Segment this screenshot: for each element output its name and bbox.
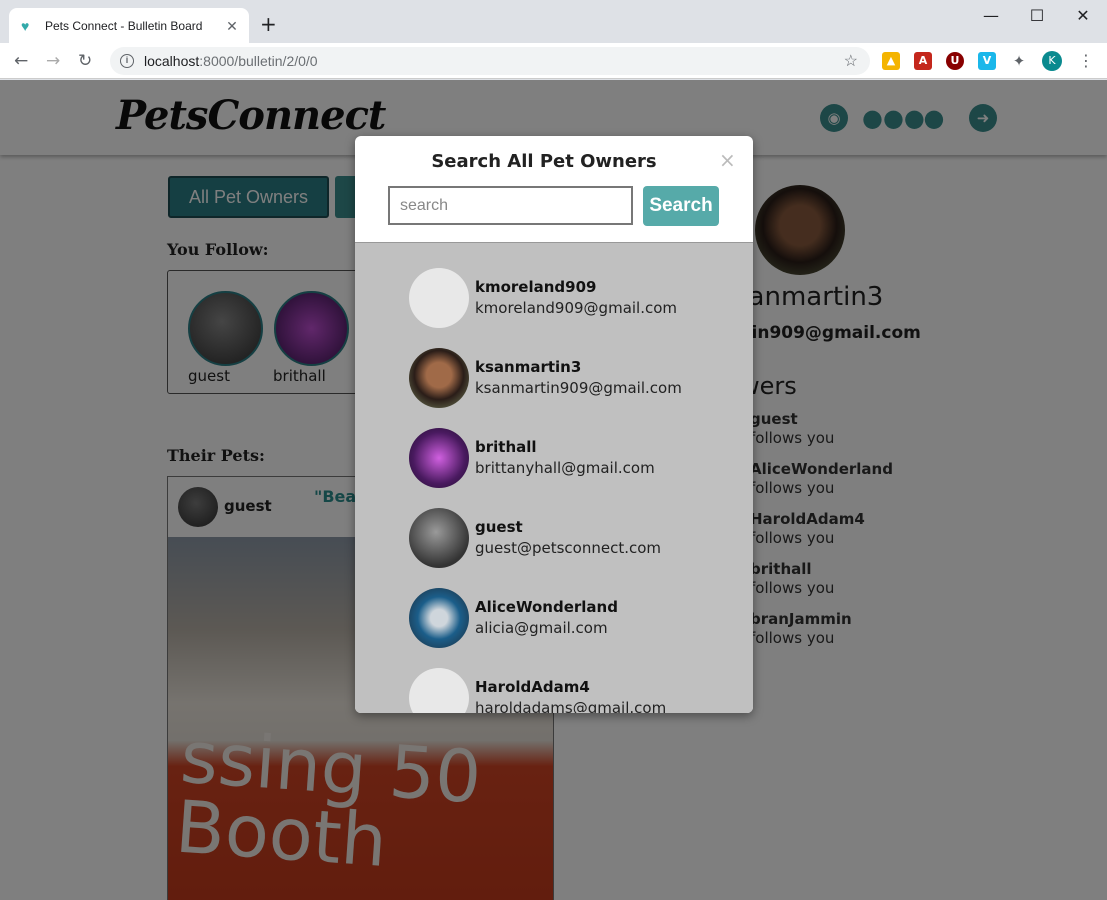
list-item[interactable]: ksanmartin3 ksanmartin909@gmail.com [409, 348, 739, 408]
drive-extension-icon[interactable]: ▲ [882, 52, 900, 70]
menu-kebab-icon[interactable]: ⋮ [1078, 51, 1094, 70]
search-button[interactable]: Search [643, 186, 719, 226]
back-icon[interactable]: ← [14, 51, 28, 71]
forward-icon[interactable]: → [46, 51, 60, 71]
list-item[interactable]: kmoreland909 kmoreland909@gmail.com [409, 268, 739, 328]
address-bar[interactable]: i localhost:8000/bulletin/2/0/0 ☆ [110, 47, 870, 75]
avatar[interactable] [409, 588, 469, 648]
new-tab-icon[interactable]: + [260, 14, 277, 34]
search-owners-modal: Search All Pet Owners × Search kmoreland… [355, 136, 753, 713]
result-username[interactable]: kmoreland909 [475, 278, 596, 296]
browser-tab[interactable]: ♥ Pets Connect - Bulletin Board ✕ [9, 8, 249, 43]
browser-toolbar: ← → ↻ i localhost:8000/bulletin/2/0/0 ☆ … [0, 43, 1107, 79]
close-tab-icon[interactable]: ✕ [223, 17, 241, 35]
info-icon[interactable]: i [120, 54, 134, 68]
result-email: haroldadams@gmail.com [475, 699, 667, 713]
url-path: :8000/bulletin/2/0/0 [199, 53, 318, 69]
paw-icon: ♥ [21, 17, 30, 34]
search-results-list: kmoreland909 kmoreland909@gmail.com ksan… [355, 242, 753, 713]
result-email: kmoreland909@gmail.com [475, 299, 678, 317]
ublock-extension-icon[interactable]: U [946, 52, 964, 70]
result-username[interactable]: guest [475, 518, 523, 536]
result-email: alicia@gmail.com [475, 619, 608, 637]
avatar[interactable] [409, 668, 469, 713]
result-email: ksanmartin909@gmail.com [475, 379, 682, 397]
avatar[interactable] [409, 508, 469, 568]
avatar[interactable] [409, 268, 469, 328]
close-window-icon[interactable]: ✕ [1073, 6, 1093, 25]
list-item[interactable]: AliceWonderland alicia@gmail.com [409, 588, 739, 648]
pdf-extension-icon[interactable]: A [914, 52, 932, 70]
vimeo-extension-icon[interactable]: V [978, 52, 996, 70]
list-item[interactable]: HaroldAdam4 haroldadams@gmail.com [409, 668, 739, 713]
bookmark-star-icon[interactable]: ☆ [844, 51, 858, 71]
list-item[interactable]: brithall brittanyhall@gmail.com [409, 428, 739, 488]
avatar[interactable] [409, 348, 469, 408]
modal-title: Search All Pet Owners [431, 151, 657, 172]
close-icon[interactable]: × [719, 148, 736, 172]
result-email: guest@petsconnect.com [475, 539, 661, 557]
search-input[interactable] [388, 186, 633, 225]
page: PetsConnect ◉ ●●● ● ➜ All Pet Owners You… [0, 80, 1107, 900]
browser-titlebar: ♥ Pets Connect - Bulletin Board ✕ + — ☐ … [0, 0, 1107, 43]
url-host: localhost [144, 53, 200, 69]
result-username[interactable]: AliceWonderland [475, 598, 618, 616]
minimize-icon[interactable]: — [981, 6, 1001, 25]
result-username[interactable]: ksanmartin3 [475, 358, 581, 376]
maximize-icon[interactable]: ☐ [1027, 6, 1047, 25]
extensions-puzzle-icon[interactable]: ✦ [1010, 52, 1028, 70]
result-email: brittanyhall@gmail.com [475, 459, 655, 477]
avatar[interactable] [409, 428, 469, 488]
list-item[interactable]: guest guest@petsconnect.com [409, 508, 739, 568]
result-username[interactable]: brithall [475, 438, 537, 456]
tab-title: Pets Connect - Bulletin Board [45, 18, 203, 33]
profile-avatar[interactable]: K [1042, 51, 1062, 71]
result-username[interactable]: HaroldAdam4 [475, 678, 590, 696]
reload-icon[interactable]: ↻ [78, 51, 92, 71]
